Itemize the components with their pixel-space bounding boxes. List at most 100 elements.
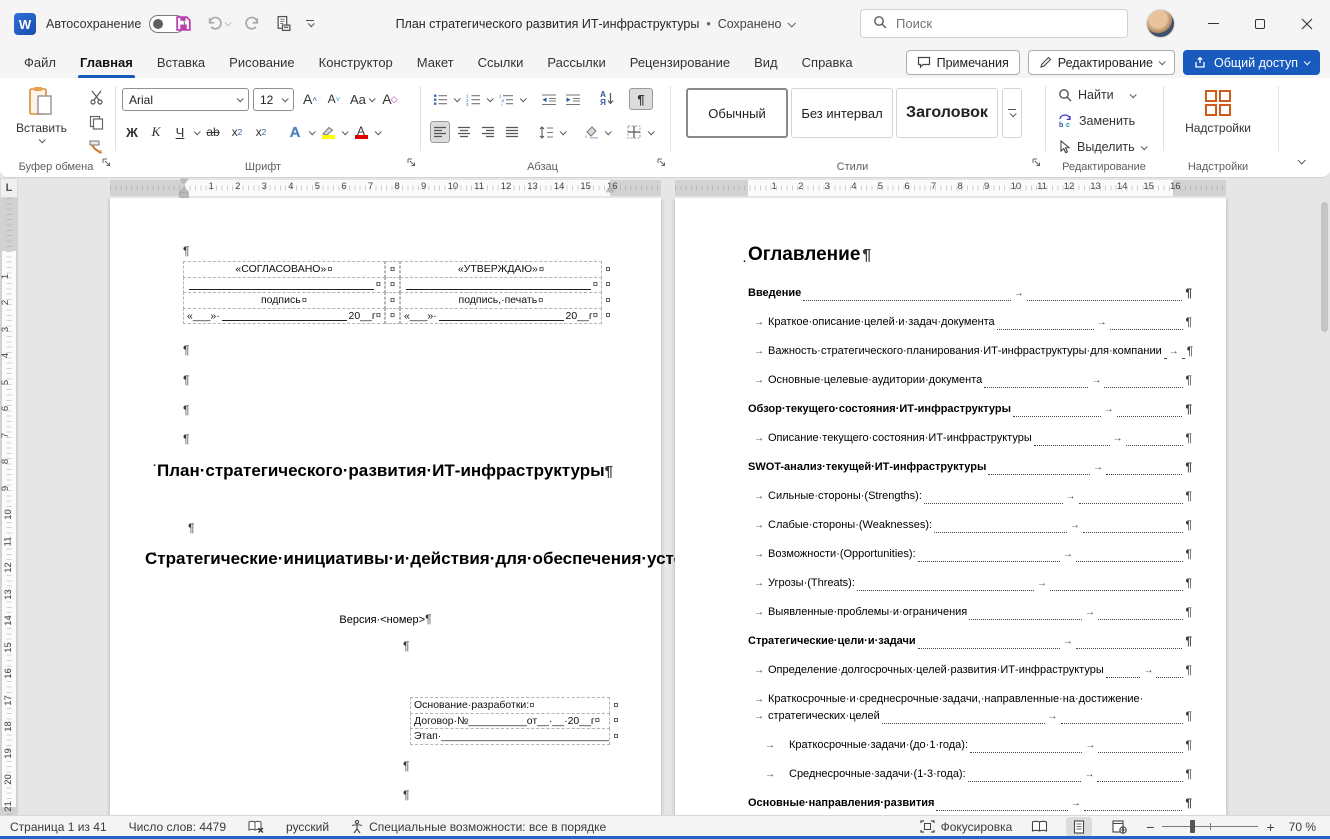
zoom-out-button[interactable]: − [1146,819,1154,835]
web-layout-button[interactable] [1106,817,1132,836]
clear-formatting-button[interactable]: A◇ [380,88,400,110]
toc-entry[interactable]: →Краткосрочные·и·среднесрочные·задачи,·н… [748,692,1192,707]
document-subtitle[interactable]: Стратегические·инициативы·и·действия·для… [145,544,625,575]
vertical-ruler[interactable]: 123456789101112131415161718192021 [0,198,18,815]
horizontal-ruler-page1[interactable]: 12345678910111213141516 [110,180,661,196]
bold-button[interactable]: Ж [122,121,142,143]
toc-entry[interactable]: Обзор·текущего·состояния·ИТ-инфраструкту… [748,402,1192,417]
multilevel-list-button[interactable]: 1ai [496,88,516,110]
ribbon-tab-4[interactable]: Конструктор [307,47,405,78]
toc-entry[interactable]: →Возможности·(Opportunities):→¶ [748,547,1192,562]
toc-entry[interactable]: →Слабые·стороны·(Weaknesses):→¶ [748,518,1192,533]
clipboard-dialog-launcher[interactable] [102,154,111,172]
basis-row[interactable]: Этап·______________________________¤ [410,728,610,745]
italic-button[interactable]: К [146,121,166,143]
justify-button[interactable] [502,121,522,143]
font-size-combo[interactable]: 12 [253,88,294,111]
ribbon-tab-6[interactable]: Ссылки [466,47,536,78]
share-button[interactable]: Общий доступ [1183,50,1320,75]
superscript-button[interactable]: x2 [251,121,271,143]
ribbon-tab-3[interactable]: Рисование [217,47,306,78]
toc-entry[interactable]: →Сильные·стороны·(Strengths):→¶ [748,489,1192,504]
read-mode-button[interactable] [1026,817,1052,836]
toc-entry[interactable]: →Важность·стратегического·планирования·И… [748,344,1192,359]
word-count[interactable]: Число слов: 4479 [129,820,226,834]
sort-button[interactable]: АЯ [597,88,617,110]
word-logo-icon[interactable]: W [14,13,36,35]
font-dialog-launcher[interactable] [407,154,416,172]
page-2[interactable]: · Оглавление¶ Введение→¶→Краткое·описани… [675,198,1226,815]
right-indent-marker[interactable] [606,187,614,192]
basis-row[interactable]: Основание·разработки:¤ [410,697,610,714]
subscript-button[interactable]: x2 [227,121,247,143]
ribbon-tab-1[interactable]: Главная [68,47,145,78]
numbering-button[interactable]: 123 [463,88,483,110]
ribbon-tab-9[interactable]: Вид [742,47,790,78]
basis-cell[interactable]: Основание·разработки:¤Договор·№_________… [410,698,610,745]
zoom-slider-thumb[interactable] [1190,820,1195,833]
toc-entry[interactable]: Введение→¶ [748,286,1192,301]
ribbon-tab-8[interactable]: Рецензирование [618,47,742,78]
align-center-button[interactable] [454,121,474,143]
vertical-scrollbar[interactable] [1320,198,1329,815]
toc-entry[interactable]: →стратегических·целей→¶ [748,709,1192,724]
toc-entry[interactable]: →Выявленные·проблемы·и·ограничения→¶ [748,605,1192,620]
shading-button[interactable] [581,121,601,143]
styles-more-button[interactable] [1002,88,1022,138]
document-title[interactable]: План стратегического развития ИТ-инфраст… [396,17,700,31]
decrease-indent-button[interactable] [539,88,559,110]
proofing-status[interactable] [248,820,264,833]
basis-row[interactable]: Договор·№__________от__·__·20__г¤ [410,713,610,730]
style-card-2[interactable]: Заголовок [896,88,998,138]
save-icon[interactable] [175,15,192,32]
horizontal-ruler-page2[interactable]: 12345678910111213141516 [675,180,1226,196]
line-spacing-chevron[interactable] [560,128,567,135]
toc-entry[interactable]: Основные·направления·развития→¶ [748,796,1192,811]
toc-entry[interactable]: →Описание·текущего·состояния·ИТ-инфрастр… [748,431,1192,446]
toc-entry[interactable]: →Среднесрочные·задачи·(1-3·года):→¶ [748,767,1192,782]
approval-left-cell[interactable]: «СОГЛАСОВАНО»¤ ¤ подпись¤ «___»·20__г¤ [183,262,385,324]
highlight-button[interactable] [318,121,338,143]
shading-chevron[interactable] [605,128,612,135]
styles-dialog-launcher[interactable] [1032,154,1041,172]
maximize-button[interactable] [1237,0,1284,47]
toc-entry[interactable]: SWOT-анализ·текущей·ИТ-инфраструктуры→¶ [748,460,1192,475]
font-color-chevron[interactable] [375,128,382,135]
shrink-font-button[interactable]: A˅ [324,88,344,110]
ribbon-tab-7[interactable]: Рассылки [535,47,617,78]
search-input[interactable] [896,16,1076,31]
zoom-in-button[interactable]: + [1266,819,1274,835]
bullets-button[interactable] [430,88,450,110]
underline-button[interactable]: Ч [170,121,190,143]
increase-indent-button[interactable] [563,88,583,110]
comments-button[interactable]: Примечания [906,50,1020,75]
close-button[interactable] [1283,0,1330,47]
ribbon-tab-0[interactable]: Файл [12,47,68,78]
paragraph-dialog-launcher[interactable] [657,154,666,172]
align-right-button[interactable] [478,121,498,143]
show-marks-button[interactable]: ¶ [629,88,653,110]
borders-button[interactable] [624,121,644,143]
find-button[interactable]: Найти [1058,88,1135,102]
toc-entry[interactable]: →Угрозы·(Threats):→¶ [748,576,1192,591]
zoom-level[interactable]: 70 % [1289,820,1316,834]
style-card-1[interactable]: Без интервал [791,88,893,138]
quick-print-icon[interactable] [275,15,292,32]
select-button[interactable]: Выделить [1058,140,1146,154]
multilevel-chevron[interactable] [520,95,527,102]
line-spacing-button[interactable] [536,121,556,143]
scrollbar-thumb[interactable] [1321,202,1328,332]
toc-entry[interactable]: →Краткое·описание·целей·и·задач·документ… [748,315,1192,330]
document-canvas[interactable]: 123456789101112131415161718192021 ¶ «СОГ… [0,198,1330,815]
minimize-button[interactable] [1190,0,1237,47]
approval-table[interactable]: «СОГЛАСОВАНО»¤ ¤ подпись¤ «___»·20__г¤ ¤… [183,262,614,324]
text-effects-chevron[interactable] [309,128,316,135]
collapse-ribbon-chevron[interactable] [1298,151,1304,169]
highlight-chevron[interactable] [342,128,349,135]
editing-mode-button[interactable]: Редактирование [1028,50,1175,75]
borders-chevron[interactable] [648,128,655,135]
document-main-title[interactable]: План·стратегического·развития·ИТ-инфраст… [155,456,615,487]
copy-button[interactable] [84,111,108,133]
toc-entry[interactable]: Стратегические·цели·и·задачи→¶ [748,634,1192,649]
basis-table[interactable]: Основание·разработки:¤Договор·№_________… [410,698,622,745]
